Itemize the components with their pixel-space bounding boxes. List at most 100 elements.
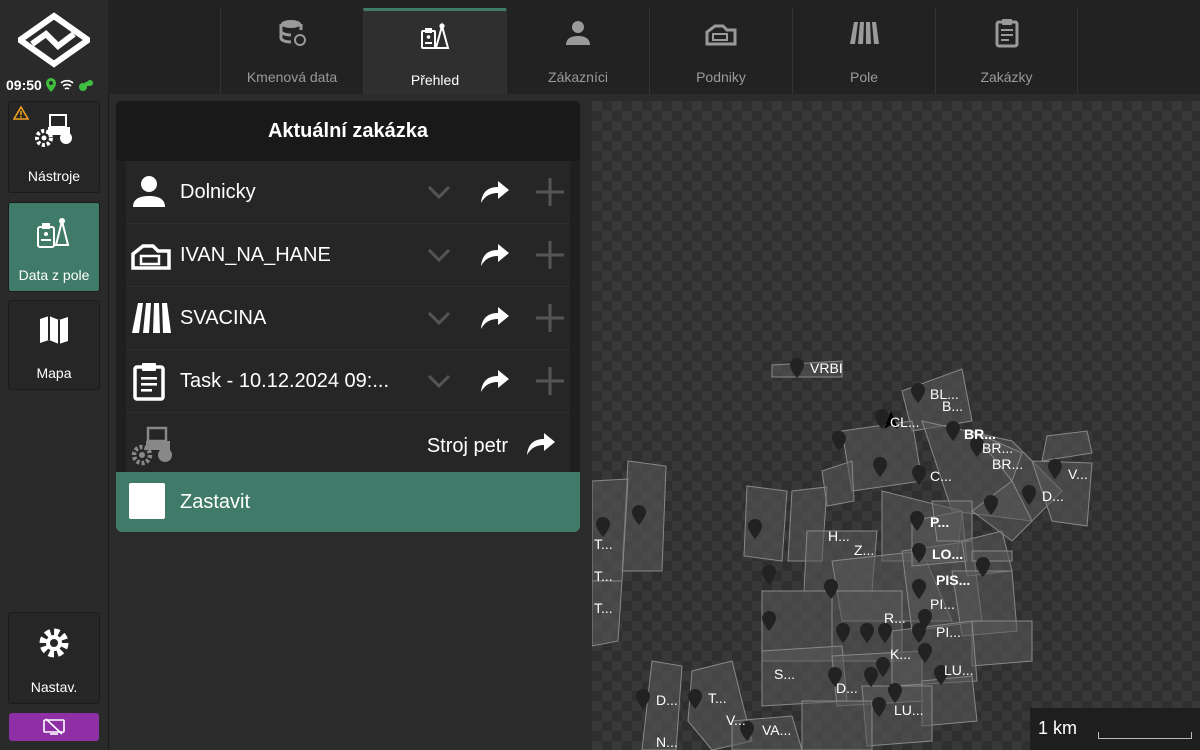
status-bar: 09:50 [6,76,106,94]
clipboard-icon [133,363,165,401]
field-label: PI... [930,596,955,612]
clock: 09:50 [6,77,42,93]
tab-customers[interactable]: Zákazníci [506,8,649,94]
tab-label: Pole [849,69,879,85]
field-label: C... [930,468,952,484]
field-label: R... [884,610,906,626]
wifi-icon [60,79,74,90]
settings-button[interactable]: Nastav. [8,612,100,704]
stop-label: Zastavit [180,491,251,513]
clipboard-icon [995,19,1018,48]
map-label: Mapa [36,365,72,381]
farm-value: IVAN_NA_HANE [180,244,331,266]
field-map[interactable]: VRBI BL... B... CL... BR... BR... BR... … [592,101,1200,750]
plus-icon[interactable] [536,178,564,206]
field-data-button[interactable]: Data z pole [8,202,100,292]
tab-fields[interactable]: Pole [792,8,935,94]
farm-icon [131,244,171,270]
field-label: T... [594,536,613,552]
field-label: Z... [854,542,874,558]
current-order-panel: Aktuální zakázka Dolnicky IVAN_NA_HANE S… [116,101,580,532]
field-label: T... [594,600,613,616]
field-label: D... [1042,488,1064,504]
field-label: T... [594,568,613,584]
tools-button[interactable]: Nástroje [8,101,100,193]
tab-farms[interactable]: Podniky [649,8,792,94]
map-scale: 1 km [1030,708,1200,750]
app-logo [18,12,90,68]
field-label: CL... [890,414,920,430]
field-label: LU... [944,662,974,678]
scale-label: 1 km [1038,718,1078,738]
tab-overview[interactable]: Přehled [363,8,506,94]
field-label: PIS... [936,572,970,588]
settings-label: Nastav. [30,679,78,695]
field-label: K... [890,646,911,662]
tab-master-data[interactable]: Kmenová data [220,8,363,94]
chevron-down-icon[interactable] [426,242,452,268]
chevron-down-icon[interactable] [426,305,452,331]
map-canvas[interactable]: VRBI BL... B... CL... BR... BR... BR... … [592,101,1200,750]
customer-value: Dolnicky [180,181,256,203]
field-data-icon [37,218,70,248]
plus-icon[interactable] [536,367,564,395]
person-icon [566,21,590,45]
field-label: V... [726,712,746,728]
share-arrow-icon[interactable] [480,305,510,331]
stop-button[interactable]: Zastavit [116,472,580,532]
farm-row[interactable]: IVAN_NA_HANE [126,224,570,287]
customer-row[interactable]: Dolnicky [126,161,570,224]
person-icon [133,176,165,207]
tab-orders[interactable]: Zakázky [935,8,1078,94]
field-label: PI... [936,624,961,640]
field-label: T... [708,690,727,706]
field-icon [132,303,171,333]
screen-off-icon [43,718,65,735]
task-row[interactable]: Task - 10.12.2024 09:... [126,350,570,413]
field-icon [850,22,879,44]
farm-icon [705,24,737,46]
top-tab-bar: Kmenová data Přehled Zákazníci Podniky P… [108,0,1200,94]
machine-row[interactable]: Stroj petr [126,413,570,475]
map-button[interactable]: Mapa [8,300,100,390]
chevron-down-icon[interactable] [426,368,452,394]
field-label: H... [828,528,850,544]
tab-label: Přehled [410,72,460,88]
share-arrow-icon[interactable] [480,368,510,394]
tab-label: Kmenová data [246,69,338,85]
gps-icon [45,78,56,92]
field-value: SVACINA [180,307,267,329]
field-row[interactable]: SVACINA [126,287,570,350]
field-label: V... [1068,466,1088,482]
tab-label: Podniky [696,69,746,85]
share-arrow-icon[interactable] [480,242,510,268]
task-value: Task - 10.12.2024 09:... [180,370,390,392]
map-icon [40,316,68,344]
screen-toggle-button[interactable] [9,713,99,741]
field-label: BR... [982,440,1013,456]
share-arrow-icon[interactable] [526,431,556,457]
tab-label: Zakázky [980,69,1033,85]
plus-icon[interactable] [536,241,564,269]
panel-title: Aktuální zakázka [116,101,580,161]
plus-icon[interactable] [536,304,564,332]
field-label: D... [656,692,678,708]
field-label: N... [656,734,678,750]
chevron-down-icon[interactable] [426,179,452,205]
field-label: B... [942,398,963,414]
gear-icon [39,628,69,658]
field-label: LO... [932,546,963,562]
field-label: BR... [992,456,1023,472]
database-icon [279,20,306,46]
field-data-label: Data z pole [18,267,90,283]
share-arrow-icon[interactable] [480,179,510,205]
warning-icon [13,106,29,120]
isobus-icon [78,80,93,91]
field-label: D... [836,680,858,696]
tools-label: Nástroje [27,168,81,184]
machine-value: Stroj petr [426,435,508,457]
field-label: VRBI [810,360,843,376]
field-label: LU... [894,702,924,718]
tractor-tools-icon [35,114,72,147]
scale-bar [1098,732,1192,739]
